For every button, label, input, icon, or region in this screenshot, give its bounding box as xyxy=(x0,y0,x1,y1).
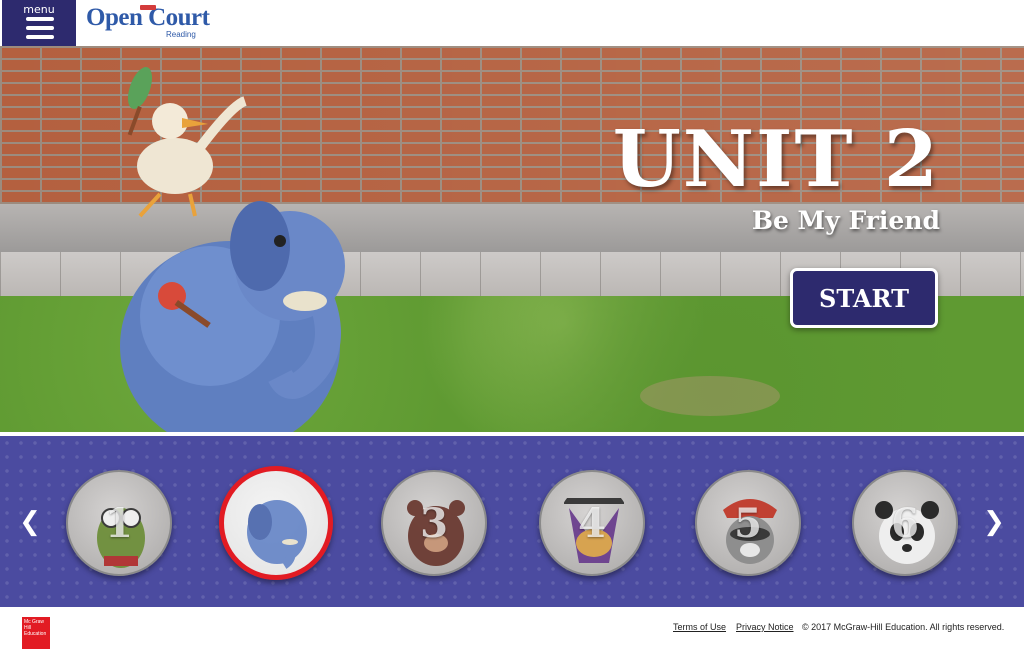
unit-number: 1 xyxy=(105,499,133,547)
footer: Mc Graw Hill Education Terms of Use Priv… xyxy=(0,607,1024,650)
open-court-logo[interactable]: Open Court Reading xyxy=(86,4,210,44)
unit-5-button[interactable]: 5 xyxy=(695,470,801,576)
unit-number: 5 xyxy=(734,499,762,547)
unit-subtitle: Be My Friend xyxy=(751,206,940,235)
chevron-left-icon[interactable]: ❮ xyxy=(18,509,42,535)
unit-title: UNIT 2 xyxy=(612,114,940,205)
duck-illustration xyxy=(127,67,248,218)
unit-number: 4 xyxy=(578,499,606,547)
unit-1-button[interactable]: 1 xyxy=(66,470,172,576)
terms-of-use-link[interactable]: Terms of Use xyxy=(673,622,726,632)
unit-number: 3 xyxy=(420,499,448,547)
copyright-text: © 2017 McGraw-Hill Education. All rights… xyxy=(802,622,1005,632)
logo-mark-icon xyxy=(140,5,156,10)
unit-6-button[interactable]: 6 xyxy=(852,470,958,576)
chevron-right-icon[interactable]: ❯ xyxy=(982,509,1006,535)
start-button[interactable]: START xyxy=(790,268,938,328)
header: menu Open Court Reading xyxy=(0,0,1024,46)
unit-number: 6 xyxy=(891,499,919,547)
menu-button[interactable]: menu xyxy=(2,0,76,46)
unit-4-button[interactable]: 4 xyxy=(539,470,645,576)
menu-label: menu xyxy=(23,3,55,16)
hamburger-icon xyxy=(26,17,54,44)
hero-banner: UNIT 2 Be My Friend START xyxy=(0,46,1024,432)
privacy-notice-link[interactable]: Privacy Notice xyxy=(736,622,794,632)
unit-3-button[interactable]: 3 xyxy=(381,470,487,576)
elephant-icon xyxy=(247,500,307,569)
grass-dirt-patch xyxy=(640,376,780,416)
unit-2-button[interactable] xyxy=(219,466,333,580)
unit-carousel: ❮ 1 3 4 5 6 ❯ xyxy=(0,436,1024,607)
mcgraw-hill-logo[interactable]: Mc Graw Hill Education xyxy=(22,617,50,649)
logo-sub-text: Reading xyxy=(166,30,196,39)
